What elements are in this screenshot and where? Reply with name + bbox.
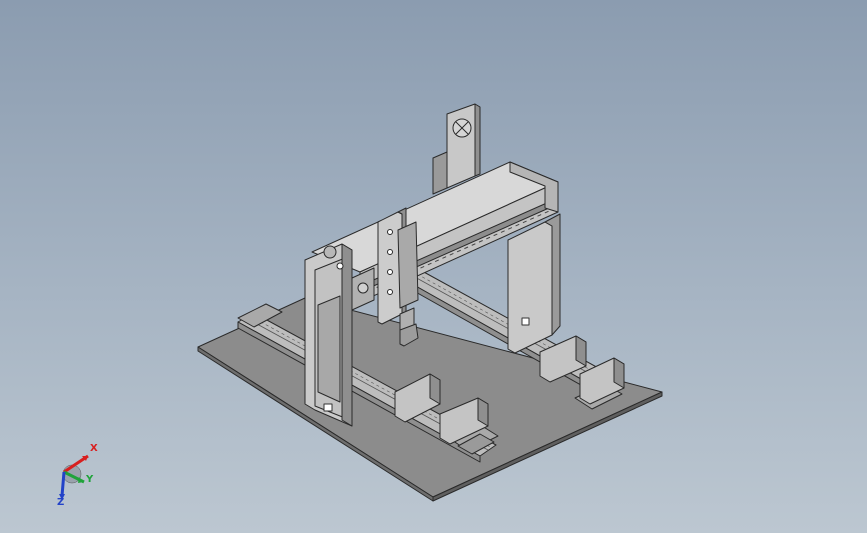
gantry-assembly-model[interactable] (0, 0, 867, 533)
x-motor-coupling (432, 151, 448, 195)
coordinate-triad: X Y Z (48, 442, 108, 512)
left-upright-column-window (317, 295, 341, 403)
triad-y-label: Y (86, 474, 94, 485)
cad-viewport[interactable]: X Y Z (0, 0, 867, 533)
z-carriage-plate[interactable] (377, 211, 403, 325)
left-upright-column-side (341, 243, 353, 427)
z-axis-arrow-icon (60, 471, 66, 497)
triad-x-label: X (90, 443, 98, 454)
triad-z-label: Z (57, 497, 65, 508)
x-motor-mount-plate[interactable] (446, 103, 476, 189)
z-axis-slide[interactable] (397, 221, 419, 309)
right-upright-column-front[interactable] (507, 221, 553, 354)
